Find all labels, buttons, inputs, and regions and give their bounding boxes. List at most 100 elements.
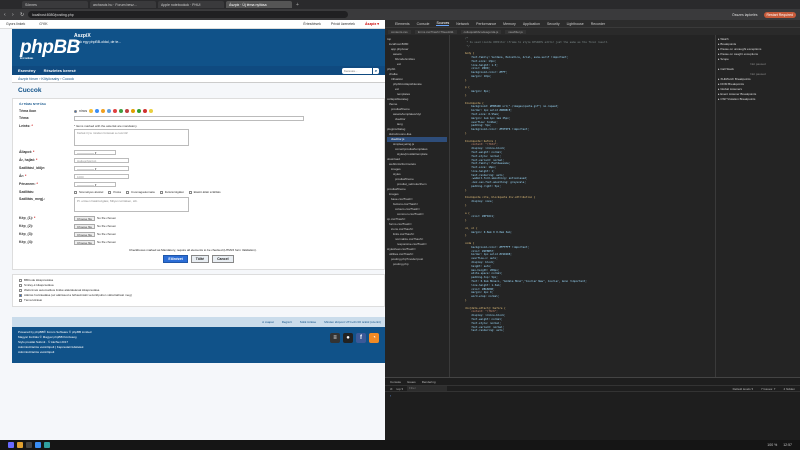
log-levels-select[interactable]: Default levels ▾ [733,387,753,391]
sources-file-tree[interactable]: top localhost:8080 app.php/user assets bbcod… [385,35,450,390]
thumbs-down-icon[interactable] [125,109,130,113]
amount-input[interactable]: 1000 [74,174,129,179]
console-prompt[interactable]: › [385,392,800,400]
breadcrumb[interactable]: Ászpix fórum › Kölyöcsaby › Cuccok [12,75,385,83]
browser-icon[interactable] [35,442,41,448]
context-select[interactable]: top ▾ [397,387,404,391]
heart-icon[interactable] [113,109,118,113]
thumbs-up-icon[interactable] [119,109,124,113]
shipping-option[interactable]: Csomagautomata [126,190,155,194]
code-editor[interactable]: /* * Is used inside CKEditor iframe to s… [451,35,715,390]
browser-tab[interactable]: Ászpix · Új téma nyitása [226,1,292,8]
reload-icon[interactable]: ↻ [20,12,25,18]
currency-select[interactable]: ----------------- ▾ [74,182,116,187]
option-attach-signature[interactable]: Aláírás hozzáadása (az aláírásod a felha… [19,293,132,297]
devtools-tab[interactable]: Elements [395,22,410,26]
rss-icon[interactable]: ◔ [369,333,379,343]
site-logo[interactable]: phpBB forum software [20,37,80,60]
alert-icon[interactable] [131,109,136,113]
open-file-tab[interactable]: colloquialbbcodeagorda.js [460,29,502,34]
search-icon[interactable]: ⌕ [373,67,379,74]
console-drawer-tab[interactable]: Issues [407,380,416,384]
shipping-option[interactable]: Személyes átvétel [74,190,103,194]
devtools-tab[interactable]: Performance [476,22,496,26]
submit-button[interactable]: Tölté [190,255,210,263]
smile-icon[interactable] [89,109,94,113]
devtools-tab[interactable]: Recorder [591,22,605,26]
footer-line[interactable]: Adminisztrációs vezérlőpult | Kapcsolati… [18,345,379,349]
console-filter-input[interactable]: Filter [407,386,448,391]
devtools-tab[interactable]: Lighthouse [567,22,584,26]
browser-tab[interactable]: archaruis hu · Forum besz... [90,1,156,8]
check-icon[interactable] [137,109,142,113]
choose-file-button[interactable]: Choose file [74,216,96,221]
cancel-button[interactable]: Cancel [212,255,234,263]
nav-advanced-search[interactable]: Részletes keresé [44,68,76,73]
console-drawer-tab[interactable]: Rendering [422,380,436,384]
option-disable-urls[interactable]: Webcímek automatikus linkké alakításának… [19,288,99,292]
delete-cookies-link[interactable]: Sütik törlése [300,320,317,324]
shipping-option[interactable]: Posta [108,190,121,194]
devtools-tab[interactable]: Memory [503,22,516,26]
description-textarea[interactable]: Kérlek írj le minden fontosat a cuccról! [74,129,189,146]
quick-links[interactable]: Gyors linkek [6,22,25,26]
back-icon[interactable]: ‹ [4,12,9,18]
search-input[interactable] [342,67,372,74]
devtools-tab[interactable]: Security [547,22,560,26]
option-disable-smilies[interactable]: Smiley-k kikapcsolása [19,283,54,287]
facebook-icon[interactable]: f [356,333,366,343]
radio-icon-none[interactable] [74,109,77,113]
option-disable-bbcode[interactable]: BBCode kikapcsolása [19,278,53,282]
issues-count[interactable]: 7 Issues: 7 [761,387,776,391]
forward-icon[interactable]: › [12,12,17,18]
open-file-tab[interactable]: contents.css [388,29,411,34]
shipping-option[interactable]: Elastit átlati szállítás [188,190,221,194]
state-select[interactable]: ----------------- ▾ [74,150,116,155]
all-bookmarks-button[interactable]: Összes lapkelés [732,13,757,17]
terminal-icon[interactable] [26,442,32,448]
new-tab-icon[interactable]: + [296,2,299,8]
clear-console-icon[interactable]: ⊘ [390,387,393,391]
browser-tab[interactable]: Sönnes [22,1,88,8]
user-menu[interactable]: Ászpix ▾ [365,22,379,26]
delivery-select[interactable]: ----------------- ▾ [74,166,129,171]
nav-events[interactable]: Esemény [18,68,36,73]
price-input[interactable]: Hajlag/Ajánlott [74,158,129,163]
info-icon[interactable] [95,109,100,113]
files-icon[interactable] [17,442,23,448]
console-drawer-tab[interactable]: Console [390,380,401,384]
url-field[interactable]: localhost:8080/posting.php [28,11,348,18]
app-launcher-icon[interactable] [8,442,14,448]
volume-level[interactable]: 100 % [767,443,777,447]
github-icon[interactable]: ● [343,333,353,343]
preview-button[interactable]: Előnézet [163,255,188,263]
private-messages-link[interactable]: Privát üzenetek [331,22,355,26]
restart-required-button[interactable]: Restart Required [763,11,796,18]
topic-icon-picker[interactable]: nincs [74,109,154,113]
file-tree-item[interactable]: posting.php [387,262,447,267]
devtools-tab[interactable]: Sources [436,21,450,26]
shipping-note-textarea[interactable]: Pl. erősen határtozglasi, Milyen téríték… [74,197,189,212]
stackoverflow-icon[interactable]: ≡ [330,333,340,343]
register-link[interactable]: Regiszt [282,320,292,324]
notifications-link[interactable]: Értesítések [303,22,321,26]
bulb-icon[interactable] [149,109,154,113]
faq-link[interactable]: GYIK [39,22,47,26]
cross-icon[interactable] [143,109,148,113]
option-topic-type[interactable]: Téma kiírásai [19,298,42,302]
title-input[interactable] [74,116,304,121]
open-file-tab[interactable]: viewfilter.js [505,29,526,34]
devtools-tab[interactable]: Console [417,22,430,26]
choose-file-button[interactable]: Choose file [74,224,96,229]
choose-file-button[interactable]: Choose file [74,240,96,245]
star-icon[interactable] [101,109,106,113]
debugger-section[interactable]: ▸ CSP Violation Breakpoints [718,97,798,102]
browser-tab[interactable]: Apple notebookok · PHUI [158,1,224,8]
shipping-option[interactable]: Futárszolgálat [159,190,184,194]
team-link[interactable]: A csapat [262,320,274,324]
question-icon[interactable] [107,109,112,113]
devtools-tab[interactable]: Application [523,22,540,26]
open-file-tab[interactable]: forms.css?hash=79eedd11 [414,29,457,34]
devtools-tab[interactable]: Network [456,22,469,26]
choose-file-button[interactable]: Choose file [74,232,96,237]
